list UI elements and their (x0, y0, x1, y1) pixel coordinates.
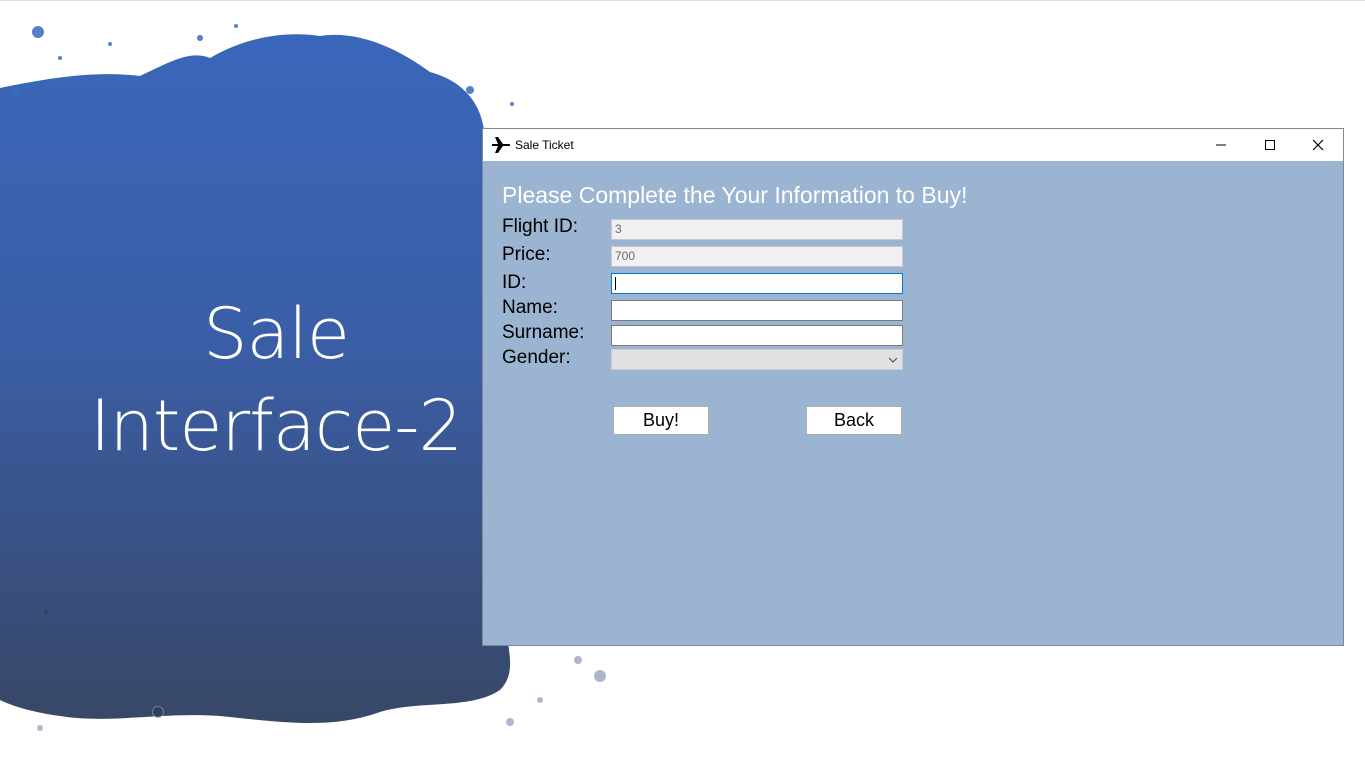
minimize-button[interactable] (1198, 129, 1244, 161)
chevron-down-icon (888, 357, 898, 363)
back-button[interactable]: Back (806, 406, 902, 435)
minimize-icon (1216, 144, 1226, 146)
window-titlebar[interactable]: Sale Ticket (483, 129, 1343, 161)
flight-id-field: 3 (611, 219, 903, 240)
form-heading: Please Complete the Your Information to … (502, 182, 968, 208)
sale-ticket-window: Sale Ticket Please Complete the Your Inf… (482, 128, 1344, 646)
id-field[interactable] (611, 273, 903, 294)
airplane-icon (492, 137, 511, 153)
surname-field[interactable] (611, 325, 903, 346)
price-field: 700 (611, 246, 903, 267)
flight-id-label: Flight ID: (502, 216, 579, 237)
gender-label: Gender: (502, 347, 571, 368)
price-label: Price: (502, 244, 551, 265)
window-title: Sale Ticket (515, 138, 574, 152)
surname-label: Surname: (502, 322, 585, 343)
id-label: ID: (502, 272, 527, 293)
slide-title-line-2: Interface-2 (89, 385, 463, 467)
close-icon (1312, 139, 1324, 151)
slide-title: Sale Interface-2 (40, 288, 512, 472)
text-caret (615, 277, 616, 290)
name-field[interactable] (611, 300, 903, 321)
maximize-button[interactable] (1247, 129, 1293, 161)
name-label: Name: (502, 297, 558, 318)
slide-title-line-1: Sale (203, 293, 350, 375)
buy-button[interactable]: Buy! (613, 406, 709, 435)
window-client-area: Please Complete the Your Information to … (483, 161, 1343, 647)
maximize-icon (1265, 140, 1275, 150)
close-button[interactable] (1295, 129, 1341, 161)
gender-dropdown[interactable] (611, 349, 903, 370)
